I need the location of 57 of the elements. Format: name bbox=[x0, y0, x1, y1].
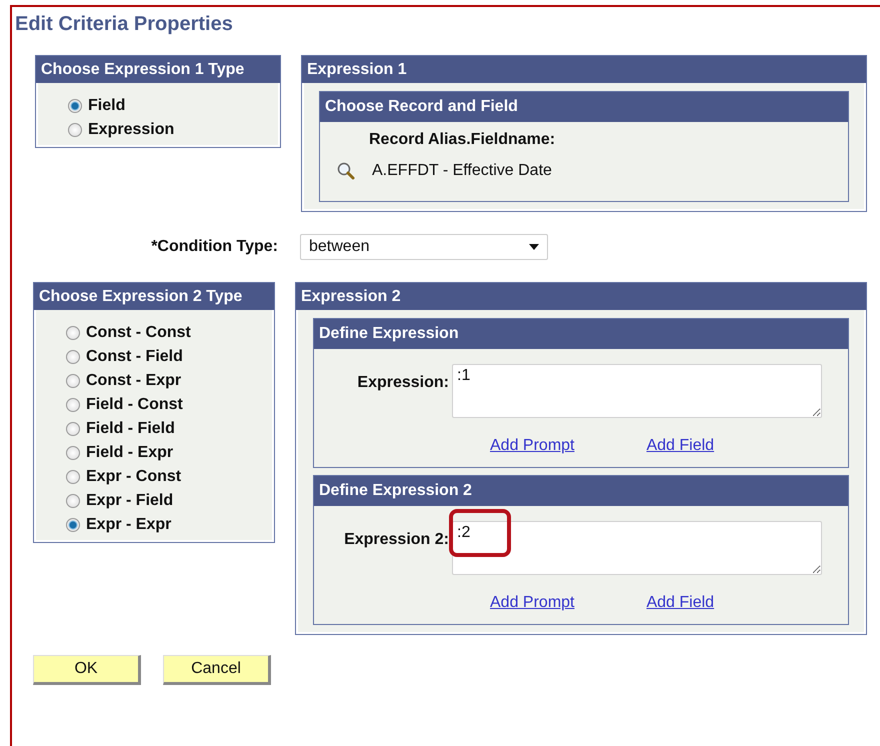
section-heading: Choose Record and Field bbox=[320, 92, 848, 122]
expression-label: Expression 2: bbox=[343, 531, 450, 549]
dialog-button[interactable]: Cancel bbox=[163, 655, 271, 685]
radio-label: Expr - Expr bbox=[86, 516, 172, 534]
radio-option[interactable]: Expr - Const bbox=[66, 468, 274, 486]
radio-icon[interactable] bbox=[68, 123, 82, 137]
radio-icon[interactable] bbox=[68, 99, 82, 113]
section-heading: Define Expression 2 bbox=[314, 476, 848, 506]
radio-icon[interactable] bbox=[66, 518, 80, 532]
radio-option[interactable]: Expr - Field bbox=[66, 492, 274, 510]
section-heading: Define Expression bbox=[314, 319, 848, 349]
panel-heading: Expression 2 bbox=[296, 283, 866, 310]
field-label: Record Alias.Fieldname: bbox=[368, 130, 556, 149]
radio-label: Const - Expr bbox=[86, 372, 182, 390]
field-value: A.EFFDT - Effective Date bbox=[372, 162, 552, 180]
add-link[interactable]: Add Field bbox=[646, 594, 714, 612]
condition-type-label: *Condition Type: bbox=[150, 238, 278, 256]
radio-label: Const - Field bbox=[86, 348, 183, 366]
search-icon[interactable] bbox=[336, 161, 356, 181]
expression-label: Expression: bbox=[356, 374, 450, 392]
radio-label: Expression bbox=[88, 121, 174, 139]
radio-label: Const - Const bbox=[86, 324, 191, 342]
radio-option[interactable]: Const - Expr bbox=[66, 372, 274, 390]
add-link[interactable]: Add Prompt bbox=[490, 437, 574, 455]
panel-heading: Choose Expression 2 Type bbox=[34, 283, 274, 310]
condition-type-select[interactable]: between bbox=[300, 234, 548, 260]
radio-label: Field - Const bbox=[86, 396, 183, 414]
radio-option[interactable]: Expr - Expr bbox=[66, 516, 274, 534]
radio-icon[interactable] bbox=[66, 374, 80, 388]
radio-icon[interactable] bbox=[66, 326, 80, 340]
expression-field[interactable]: :1 bbox=[452, 364, 822, 418]
add-link[interactable]: Add Prompt bbox=[490, 594, 574, 612]
radio-label: Field - Field bbox=[86, 420, 175, 438]
radio-option[interactable]: Const - Const bbox=[66, 324, 274, 342]
radio-icon[interactable] bbox=[66, 470, 80, 484]
radio-option[interactable]: Expression bbox=[68, 121, 280, 139]
radio-icon[interactable] bbox=[66, 494, 80, 508]
radio-option[interactable]: Const - Field bbox=[66, 348, 274, 366]
radio-icon[interactable] bbox=[66, 446, 80, 460]
dialog-button[interactable]: OK bbox=[33, 655, 141, 685]
radio-label: Field - Expr bbox=[86, 444, 174, 462]
radio-icon[interactable] bbox=[66, 350, 80, 364]
radio-option[interactable]: Field - Field bbox=[66, 420, 274, 438]
radio-label: Expr - Field bbox=[86, 492, 174, 510]
panel-heading: Choose Expression 1 Type bbox=[36, 56, 280, 83]
radio-option[interactable]: Field bbox=[68, 97, 280, 115]
page-title: Edit Criteria Properties bbox=[15, 13, 234, 36]
expression-field[interactable]: :2 bbox=[452, 521, 822, 575]
add-link[interactable]: Add Field bbox=[646, 437, 714, 455]
radio-icon[interactable] bbox=[66, 422, 80, 436]
panel-heading: Expression 1 bbox=[302, 56, 866, 83]
radio-label: Field bbox=[88, 97, 126, 115]
radio-option[interactable]: Field - Const bbox=[66, 396, 274, 414]
radio-label: Expr - Const bbox=[86, 468, 182, 486]
caret-icon bbox=[529, 244, 539, 250]
radio-option[interactable]: Field - Expr bbox=[66, 444, 274, 462]
radio-icon[interactable] bbox=[66, 398, 80, 412]
